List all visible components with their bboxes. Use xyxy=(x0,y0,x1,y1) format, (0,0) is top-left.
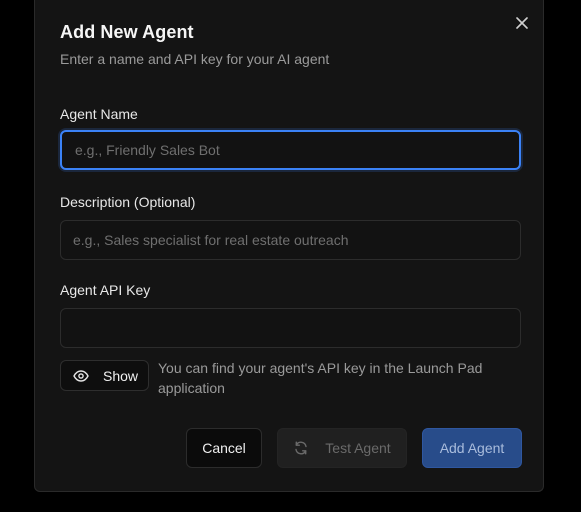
eye-icon xyxy=(73,369,89,382)
test-agent-label: Test Agent xyxy=(325,440,391,456)
add-agent-label: Add Agent xyxy=(439,440,505,456)
agent-name-input[interactable] xyxy=(60,130,521,170)
api-key-label: Agent API Key xyxy=(60,282,151,298)
show-button-label: Show xyxy=(103,367,139,384)
dialog-subtitle: Enter a name and API key for your AI age… xyxy=(60,51,330,67)
agent-name-label: Agent Name xyxy=(60,106,138,122)
dialog-title: Add New Agent xyxy=(60,22,194,42)
description-input[interactable] xyxy=(60,220,521,260)
test-agent-button[interactable]: Test Agent xyxy=(277,428,407,468)
description-label: Description (Optional) xyxy=(60,194,196,210)
cancel-button[interactable]: Cancel xyxy=(186,428,262,468)
add-agent-button[interactable]: Add Agent xyxy=(422,428,522,468)
api-key-hint: You can find your agent's API key in the… xyxy=(158,360,483,396)
show-api-key-button[interactable]: Show xyxy=(60,360,149,391)
cancel-button-label: Cancel xyxy=(202,440,246,456)
api-key-input[interactable] xyxy=(60,308,521,348)
add-agent-dialog: Add New Agent Enter a name and API key f… xyxy=(34,0,544,492)
close-icon xyxy=(516,17,528,29)
close-button[interactable] xyxy=(513,14,531,32)
refresh-icon xyxy=(295,441,307,455)
